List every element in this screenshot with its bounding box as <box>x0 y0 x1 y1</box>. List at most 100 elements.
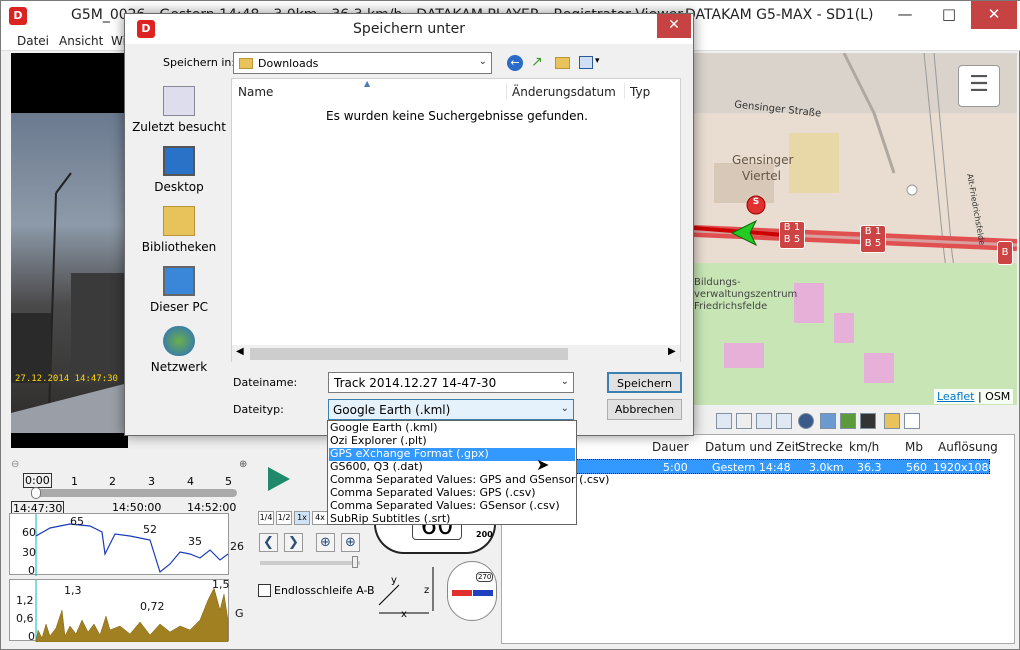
column-type[interactable]: Typ <box>630 85 650 99</box>
filetype-option[interactable]: SubRip Subtitles (.srt) <box>329 513 575 526</box>
filetype-select[interactable]: Google Earth (.kml) ⌄ <box>328 399 574 420</box>
compass-icon: 270 <box>447 561 497 621</box>
map-view[interactable]: Gensinger Straße Gensinger Viertel Alt-F… <box>694 53 1017 405</box>
speed-1x[interactable]: 1x <box>294 511 310 525</box>
filetype-label: Dateityp: <box>233 403 284 416</box>
save-in-combo[interactable]: Downloads ⌄ <box>233 52 492 74</box>
leaflet-link[interactable]: Leaflet <box>937 390 974 403</box>
column-header[interactable]: Mb <box>905 440 923 454</box>
place-libraries[interactable]: Bibliotheken <box>129 206 229 266</box>
y-tick: 30 <box>22 546 36 559</box>
new-folder-icon[interactable] <box>555 57 570 69</box>
back-icon[interactable]: ← <box>507 55 523 71</box>
start-marker[interactable]: S <box>751 197 761 207</box>
next-icon[interactable]: ❯ <box>284 533 303 552</box>
menu-datei[interactable]: Datei <box>17 34 49 48</box>
chevron-down-icon[interactable]: ⌄ <box>479 56 487 67</box>
timeline-slider[interactable] <box>33 489 237 497</box>
gsensor-bars <box>35 580 229 642</box>
scrollbar-thumb[interactable] <box>250 348 568 360</box>
document-icon[interactable] <box>904 413 920 429</box>
chevron-down-icon[interactable]: ▾ <box>595 56 600 66</box>
maximize-icon[interactable]: □ <box>927 1 971 29</box>
column-header[interactable]: Strecke <box>798 440 843 454</box>
road-shield: B 1B 5 <box>779 221 805 249</box>
mouse-cursor-icon: ➤ <box>536 455 550 474</box>
prev-icon[interactable]: ❮ <box>259 533 278 552</box>
loop-checkbox[interactable] <box>258 584 271 597</box>
layers-icon[interactable]: ☰ <box>958 65 1000 107</box>
window-icon[interactable] <box>776 413 792 429</box>
peak-label: 65 <box>70 515 84 528</box>
timeline-start: 0:00 <box>23 473 52 488</box>
place-desktop[interactable]: Desktop <box>129 146 229 206</box>
place-this-pc[interactable]: Dieser PC <box>129 266 229 326</box>
dialog-titlebar[interactable]: D Speichern unter ✕ <box>125 14 693 44</box>
filename-input[interactable]: Track 2014.12.27 14-47-30 ⌄ <box>328 372 574 393</box>
column-modified[interactable]: Änderungsdatum <box>512 85 616 99</box>
minimize-icon[interactable]: — <box>883 1 927 29</box>
play-icon[interactable] <box>268 467 290 491</box>
column-divider[interactable] <box>624 83 625 99</box>
select-icon[interactable] <box>736 413 752 429</box>
column-header[interactable]: Dauer <box>652 440 689 454</box>
file-list[interactable]: ▲ Name Änderungsdatum Typ Es wurden kein… <box>231 78 681 362</box>
view-menu-icon[interactable] <box>579 56 593 69</box>
chevron-down-icon[interactable]: ⌄ <box>561 376 569 387</box>
add-icon[interactable] <box>716 413 732 429</box>
place-label: Zuletzt besucht <box>132 120 226 134</box>
volume-thumb[interactable] <box>352 556 358 568</box>
speedo-scale: 200 <box>476 530 493 539</box>
folder-icon[interactable] <box>884 413 900 429</box>
zoom-fit-icon[interactable]: ⊕ <box>341 533 360 552</box>
scroll-left-icon[interactable]: ◀ <box>236 346 244 357</box>
speed-4x[interactable]: 4x <box>312 511 328 525</box>
column-header[interactable]: km/h <box>849 440 879 454</box>
map-area-label: Gensinger <box>732 153 794 167</box>
column-header[interactable]: Auflösung <box>938 440 998 454</box>
timeline-tick: 2 <box>109 475 116 488</box>
timeline-thumb[interactable] <box>31 487 41 499</box>
compass-needle-east <box>473 590 493 596</box>
timeline-tick: 5 <box>225 475 232 488</box>
speed-quarter[interactable]: 1/4 <box>258 511 274 525</box>
close-icon[interactable]: ✕ <box>657 14 691 38</box>
video-view[interactable]: 27.12.2014 14:47:30 <box>11 53 128 448</box>
place-recent[interactable]: Zuletzt besucht <box>129 86 229 146</box>
chart-icon[interactable] <box>840 413 856 429</box>
timeline-tick: 1 <box>71 475 78 488</box>
gsensor-graph[interactable]: 1,2 0,6 0 1,3 0,72 1,5 <box>9 578 230 643</box>
volume-slider[interactable] <box>260 561 360 565</box>
film-icon[interactable] <box>860 413 876 429</box>
loop-label: Endlosschleife A-B <box>274 584 375 597</box>
scroll-right-icon[interactable]: ▶ <box>668 346 676 357</box>
column-divider[interactable] <box>506 83 507 99</box>
zoom-out-icon[interactable]: ⊖ <box>11 459 19 470</box>
up-folder-icon[interactable]: ↗ <box>531 55 547 71</box>
close-icon[interactable]: ✕ <box>971 1 1017 29</box>
column-header[interactable]: Datum und Zeit <box>705 440 800 454</box>
image-icon[interactable] <box>820 413 836 429</box>
peak-label: 26 <box>230 540 244 553</box>
globe-icon[interactable] <box>798 413 814 429</box>
zoom-in-icon[interactable]: ⊕ <box>239 459 247 470</box>
zoom-in-icon[interactable]: ⊕ <box>316 533 335 552</box>
video-frame <box>11 113 128 433</box>
column-name[interactable]: Name <box>238 85 273 99</box>
copy-icon[interactable] <box>756 413 772 429</box>
video-timestamp: 27.12.2014 14:47:30 <box>15 374 118 384</box>
speed-half[interactable]: 1/2 <box>276 511 292 525</box>
menu-ansicht[interactable]: Ansicht <box>59 34 103 48</box>
horizontal-scrollbar[interactable]: ◀ ▶ <box>232 345 680 362</box>
save-button[interactable]: Speichern <box>607 372 682 393</box>
speed-graph[interactable]: 60 30 0 65 52 35 26 <box>9 513 244 577</box>
chevron-down-icon[interactable]: ⌄ <box>561 403 569 414</box>
sort-arrow-icon: ▲ <box>364 79 371 88</box>
timeline[interactable]: ⊖ ⊕ 0:00 1 2 3 4 5 14:47:30 14:50:00 14:… <box>9 459 259 516</box>
axes-indicator: y x z <box>373 561 443 631</box>
computer-icon <box>163 266 195 296</box>
cancel-button[interactable]: Abbrechen <box>607 399 682 420</box>
timeline-tick: 4 <box>187 475 194 488</box>
cell-datetime: Gestern 14:48 <box>712 461 791 474</box>
place-network[interactable]: Netzwerk <box>129 326 229 386</box>
